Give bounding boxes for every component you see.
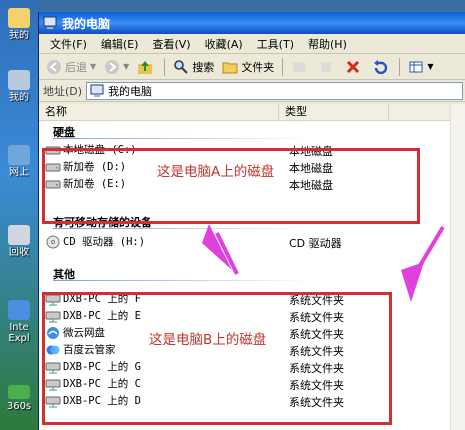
move-to-button[interactable]	[288, 56, 313, 78]
move-to-icon	[293, 61, 306, 72]
menu-view[interactable]: 查看(V)	[145, 36, 197, 52]
menu-favorites[interactable]: 收藏(A)	[198, 36, 250, 52]
desktop: 我的 我的 网上 回收 Inte Expl 360s	[0, 0, 38, 430]
group-divider	[53, 138, 313, 139]
desktop-icon-label: Expl	[8, 333, 30, 344]
folder-icon	[222, 62, 238, 73]
annotation-text-b: 这是电脑B上的磁盘	[149, 332, 267, 348]
annotation-box-a	[42, 148, 420, 224]
menu-edit[interactable]: 编辑(E)	[94, 36, 146, 52]
desktop-icon-360[interactable]: 360s	[4, 385, 34, 412]
recycle-bin-icon	[8, 225, 30, 245]
group-divider	[53, 228, 313, 229]
address-value: 我的电脑	[108, 84, 153, 98]
search-button[interactable]: 搜索	[170, 56, 217, 78]
desktop-icon-label: 360s	[6, 401, 32, 412]
menu-bar: 文件(F) 编辑(E) 查看(V) 收藏(A) 工具(T) 帮助(H)	[39, 34, 465, 54]
desktop-icon-recycle-bin[interactable]: 回收	[4, 225, 34, 258]
toolbar: 后退 ▼ ▼ 搜索 文件夹 ▼	[39, 54, 465, 80]
annotation-box-b	[42, 292, 392, 425]
computer-icon	[43, 16, 57, 29]
delete-button[interactable]	[342, 56, 367, 78]
column-name[interactable]: 名称	[39, 104, 279, 121]
window-title: 我的电脑	[62, 16, 111, 31]
cd-drive-icon	[46, 235, 60, 248]
chevron-down-icon: ▼	[123, 62, 130, 71]
menu-file[interactable]: 文件(F)	[43, 36, 94, 52]
folders-button[interactable]: 文件夹	[219, 56, 277, 78]
menu-help[interactable]: 帮助(H)	[301, 36, 354, 52]
chevron-down-icon: ▼	[427, 62, 434, 71]
column-header: 名称 类型	[39, 104, 465, 121]
folder-icon	[8, 8, 30, 28]
chevron-down-icon: ▼	[90, 62, 97, 71]
desktop-icon-network[interactable]: 网上	[4, 145, 34, 178]
views-grid-icon	[409, 61, 423, 72]
back-label: 后退	[65, 60, 87, 74]
menu-tools[interactable]: 工具(T)	[250, 36, 301, 52]
address-label: 地址(D)	[43, 84, 83, 98]
forward-button[interactable]: ▼	[101, 56, 132, 78]
back-arrow-icon	[47, 59, 61, 74]
desktop-icon-label: 网上	[9, 167, 29, 178]
desktop-icon-label: 我的	[9, 92, 29, 103]
undo-icon	[374, 59, 388, 74]
views-button[interactable]: ▼	[405, 56, 436, 78]
drive-item-h[interactable]: CD 驱动器 (H:)	[45, 233, 145, 250]
desktop-icon-label: 回收	[9, 247, 29, 258]
address-input[interactable]: 我的电脑	[86, 81, 463, 100]
toolbar-separator	[282, 57, 284, 76]
folders-label: 文件夹	[241, 60, 275, 74]
toolbar-separator	[399, 57, 401, 76]
up-folder-button[interactable]	[134, 56, 159, 78]
undo-button[interactable]	[369, 56, 394, 78]
computer-icon	[90, 84, 104, 97]
computer-icon	[8, 70, 30, 90]
drive-type: CD 驱动器	[289, 237, 342, 250]
title-bar[interactable]: 我的电脑	[39, 12, 465, 34]
address-bar: 地址(D) 我的电脑	[39, 80, 465, 102]
vertical-scrollbar[interactable]	[450, 104, 465, 430]
search-icon	[174, 59, 189, 74]
copy-to-button[interactable]	[315, 56, 340, 78]
desktop-icon-my-documents[interactable]: 我的	[4, 8, 34, 41]
annotation-text-a: 这是电脑A上的磁盘	[157, 164, 275, 180]
desktop-icon-label: Inte	[9, 322, 29, 333]
file-list-pane: 名称 类型 硬盘 本地磁盘 (C:) 本地磁盘 新加卷 (D:) 本地磁盘 新加…	[39, 104, 465, 430]
drive-name: CD 驱动器 (H:)	[63, 236, 146, 248]
delete-x-icon	[347, 60, 360, 73]
copy-to-icon	[321, 61, 332, 72]
network-icon	[8, 145, 30, 165]
group-divider	[53, 280, 313, 281]
up-folder-icon	[138, 60, 153, 74]
column-type[interactable]: 类型	[279, 104, 389, 121]
forward-arrow-icon	[105, 59, 120, 74]
desktop-icon-label: 我的	[9, 30, 29, 41]
desktop-icon-my-computer[interactable]: 我的	[4, 70, 34, 103]
explorer-window: 我的电脑 文件(F) 编辑(E) 查看(V) 收藏(A) 工具(T) 帮助(H)…	[38, 12, 465, 430]
toolbar-separator	[164, 57, 166, 76]
internet-explorer-icon	[8, 300, 30, 320]
desktop-icon-ie[interactable]: Inte Expl	[4, 300, 34, 344]
search-label: 搜索	[192, 60, 215, 74]
back-button[interactable]: 后退 ▼	[43, 56, 99, 78]
shortcut-icon	[8, 385, 30, 399]
